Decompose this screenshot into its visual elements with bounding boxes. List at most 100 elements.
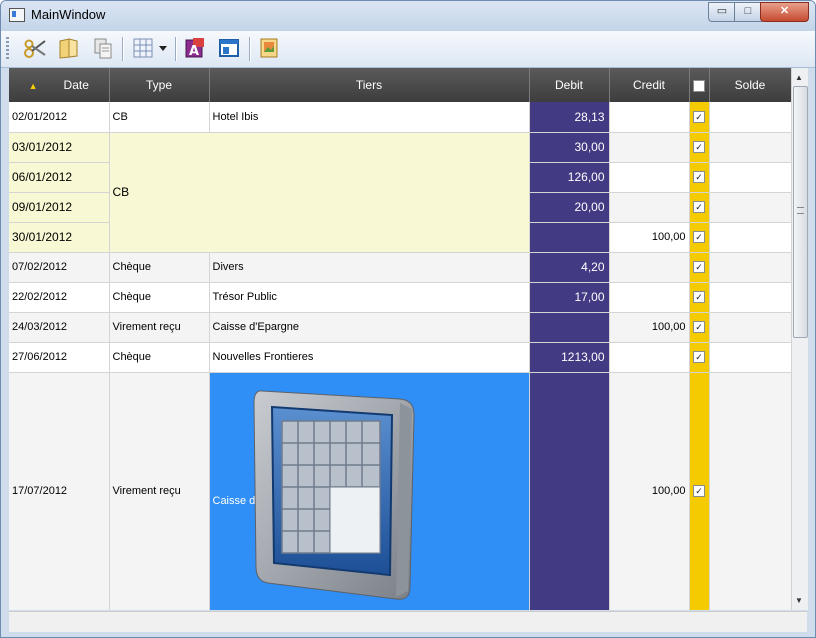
credit-cell[interactable]: 100,00 (609, 372, 690, 610)
tiers-cell[interactable]: Divers (209, 252, 530, 283)
credit-cell[interactable]: 100,00 (609, 222, 690, 253)
row-checkbox[interactable]: ✓ (693, 321, 705, 334)
date-cell[interactable]: 09/01/2012 (9, 192, 110, 223)
check-cell[interactable]: ✓ (689, 162, 710, 193)
maximize-button[interactable]: □ (734, 2, 762, 22)
font-icon[interactable]: A (183, 36, 207, 60)
table-row[interactable]: 17/07/2012 Virement reçu Caisse d 100,00… (9, 372, 791, 610)
debit-cell[interactable]: 4,20 (529, 252, 610, 283)
header-row: ▲ Date Type Tiers Debit Credit Solde (9, 68, 791, 102)
table-row[interactable]: 24/03/2012 Virement reçu Caisse d'Epargn… (9, 312, 791, 343)
copy-icon[interactable] (91, 36, 115, 60)
grid-icon[interactable] (131, 36, 155, 60)
type-cell[interactable]: Virement reçu (109, 312, 210, 343)
credit-cell[interactable] (609, 102, 690, 133)
table-row[interactable]: 07/02/2012 Chèque Divers 4,20 ✓ (9, 252, 791, 283)
debit-cell[interactable] (529, 222, 610, 253)
title-bar[interactable]: MainWindow ▭ □ ✕ (1, 1, 815, 31)
solde-cell (709, 102, 791, 133)
header-checkbox[interactable] (693, 79, 705, 92)
close-button[interactable]: ✕ (760, 2, 809, 22)
scrollbar-thumb[interactable] (793, 86, 808, 338)
credit-cell[interactable] (609, 132, 690, 163)
table-row[interactable]: 27/06/2012 Chèque Nouvelles Frontieres 1… (9, 342, 791, 373)
credit-cell[interactable]: 100,00 (609, 312, 690, 343)
cut-icon[interactable] (23, 36, 47, 60)
check-cell[interactable]: ✓ (689, 192, 710, 223)
debit-cell[interactable]: 1213,00 (529, 342, 610, 373)
column-header-date[interactable]: ▲ Date (9, 68, 110, 102)
row-checkbox[interactable]: ✓ (693, 201, 705, 214)
tiers-cell-selected[interactable]: Caisse d (209, 372, 530, 610)
solde-cell (709, 132, 791, 163)
dropdown-arrow-icon[interactable] (157, 36, 169, 60)
scroll-down-arrow-icon[interactable]: ▼ (795, 596, 803, 605)
check-cell[interactable]: ✓ (689, 342, 710, 373)
credit-cell[interactable] (609, 252, 690, 283)
picture-icon[interactable] (257, 36, 281, 60)
vertical-scrollbar[interactable]: ▲ ▼ (791, 68, 808, 610)
date-cell[interactable]: 06/01/2012 (9, 162, 110, 193)
debit-cell[interactable]: 20,00 (529, 192, 610, 223)
check-cell[interactable]: ✓ (689, 312, 710, 343)
tiers-cell[interactable]: Trésor Public (209, 282, 530, 313)
check-cell[interactable]: ✓ (689, 372, 710, 610)
date-cell[interactable]: 07/02/2012 (9, 252, 110, 283)
tiers-cell[interactable]: Caisse d'Epargne (209, 312, 530, 343)
row-checkbox[interactable]: ✓ (693, 351, 705, 364)
row-checkbox[interactable]: ✓ (693, 141, 705, 154)
table-row[interactable]: 22/02/2012 Chèque Trésor Public 17,00 ✓ (9, 282, 791, 313)
type-cell[interactable]: CB (109, 102, 210, 133)
row-checkbox[interactable]: ✓ (693, 110, 705, 123)
date-cell[interactable]: 24/03/2012 (9, 312, 110, 343)
row-checkbox[interactable]: ✓ (693, 231, 705, 244)
window-title: MainWindow (31, 7, 106, 22)
debit-cell[interactable]: 17,00 (529, 282, 610, 313)
row-checkbox[interactable]: ✓ (693, 261, 705, 274)
check-cell[interactable]: ✓ (689, 132, 710, 163)
open-folder-icon[interactable] (57, 36, 81, 60)
toolbar-grip[interactable] (6, 37, 9, 61)
date-cell[interactable]: 22/02/2012 (9, 282, 110, 313)
debit-cell[interactable]: 126,00 (529, 162, 610, 193)
credit-cell[interactable] (609, 192, 690, 223)
table-row[interactable]: 03/01/2012 CB 30,00 ✓ (9, 132, 791, 253)
credit-cell[interactable] (609, 162, 690, 193)
minimize-button[interactable]: ▭ (708, 2, 736, 22)
table-row[interactable]: 02/01/2012 CB Hotel Ibis 28,13 ✓ (9, 102, 791, 133)
column-header-credit[interactable]: Credit (609, 68, 690, 102)
credit-cell[interactable] (609, 342, 690, 373)
debit-cell[interactable]: 28,13 (529, 102, 610, 133)
type-cell[interactable]: Chèque (109, 342, 210, 373)
check-cell[interactable]: ✓ (689, 282, 710, 313)
row-checkbox[interactable]: ✓ (693, 171, 705, 184)
type-cell[interactable]: Chèque (109, 282, 210, 313)
row-checkbox[interactable]: ✓ (693, 485, 705, 498)
row-checkbox[interactable]: ✓ (693, 291, 705, 304)
debit-cell[interactable] (529, 372, 610, 610)
date-cell[interactable]: 17/07/2012 (9, 372, 110, 610)
type-cell[interactable]: Virement reçu (109, 372, 210, 610)
column-header-solde[interactable]: Solde (709, 68, 791, 102)
type-cell[interactable]: Chèque (109, 252, 210, 283)
column-header-check[interactable] (689, 68, 710, 102)
column-header-type[interactable]: Type (109, 68, 210, 102)
check-cell[interactable]: ✓ (689, 102, 710, 133)
date-cell[interactable]: 30/01/2012 (9, 222, 110, 253)
column-header-debit[interactable]: Debit (529, 68, 610, 102)
column-header-tiers[interactable]: Tiers (209, 68, 530, 102)
date-cell[interactable]: 27/06/2012 (9, 342, 110, 373)
check-cell[interactable]: ✓ (689, 252, 710, 283)
date-cell[interactable]: 03/01/2012 (9, 132, 110, 163)
date-cell[interactable]: 02/01/2012 (9, 102, 110, 133)
credit-cell[interactable] (609, 282, 690, 313)
tiers-cell[interactable]: Nouvelles Frontieres (209, 342, 530, 373)
merged-type-cell[interactable]: CB (109, 132, 530, 253)
debit-cell[interactable]: 30,00 (529, 132, 610, 163)
scroll-up-arrow-icon[interactable]: ▲ (795, 73, 803, 82)
transactions-grid[interactable]: ▲ Date Type Tiers Debit Credit Solde 02/0… (9, 68, 791, 610)
window-icon[interactable] (217, 36, 241, 60)
tiers-cell[interactable]: Hotel Ibis (209, 102, 530, 133)
debit-cell[interactable] (529, 312, 610, 343)
check-cell[interactable]: ✓ (689, 222, 710, 253)
